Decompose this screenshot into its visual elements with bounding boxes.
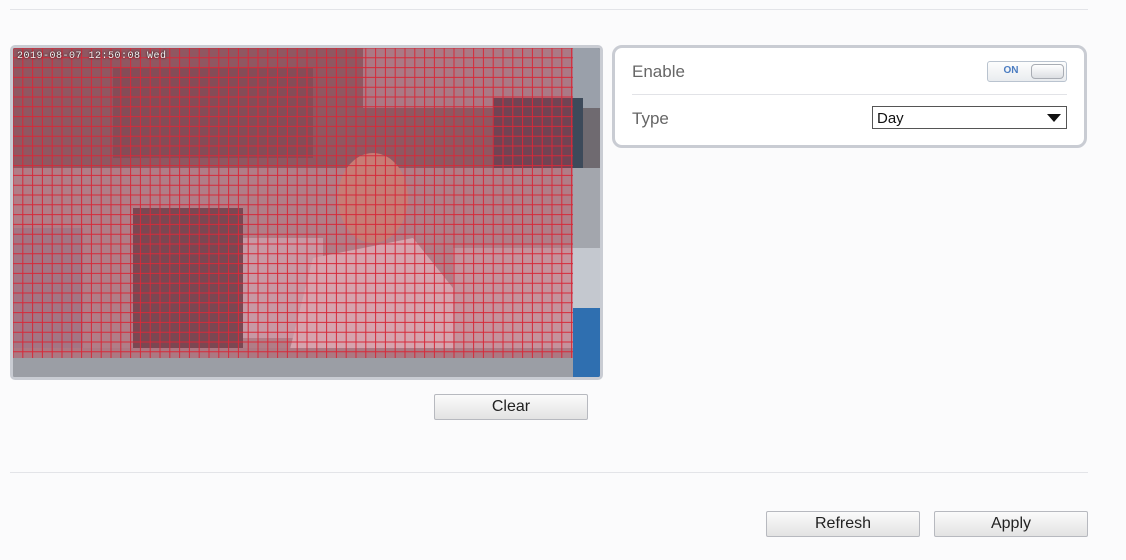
settings-panel: Enable ON Type Day <box>612 45 1087 148</box>
refresh-button[interactable]: Refresh <box>766 511 920 537</box>
camera-image[interactable] <box>13 48 600 377</box>
type-row: Type Day <box>632 95 1067 141</box>
type-select[interactable]: Day <box>872 106 1067 129</box>
clear-button[interactable]: Clear <box>434 394 588 420</box>
toggle-knob[interactable] <box>1031 64 1064 79</box>
enable-row: Enable ON <box>632 48 1067 95</box>
video-timestamp: 2019-08-07 12:50:08 Wed <box>17 51 167 62</box>
apply-button[interactable]: Apply <box>934 511 1088 537</box>
video-preview[interactable]: 2019-08-07 12:50:08 Wed <box>10 45 603 380</box>
top-divider <box>10 9 1088 10</box>
type-select-value: Day <box>877 110 904 127</box>
mask-area <box>13 48 573 358</box>
enable-label: Enable <box>632 62 685 81</box>
bottom-divider <box>10 472 1088 473</box>
chevron-down-icon[interactable] <box>1047 114 1061 122</box>
toggle-state-text: ON <box>1003 65 1019 76</box>
enable-toggle[interactable]: ON <box>987 61 1067 82</box>
type-label: Type <box>632 109 669 128</box>
